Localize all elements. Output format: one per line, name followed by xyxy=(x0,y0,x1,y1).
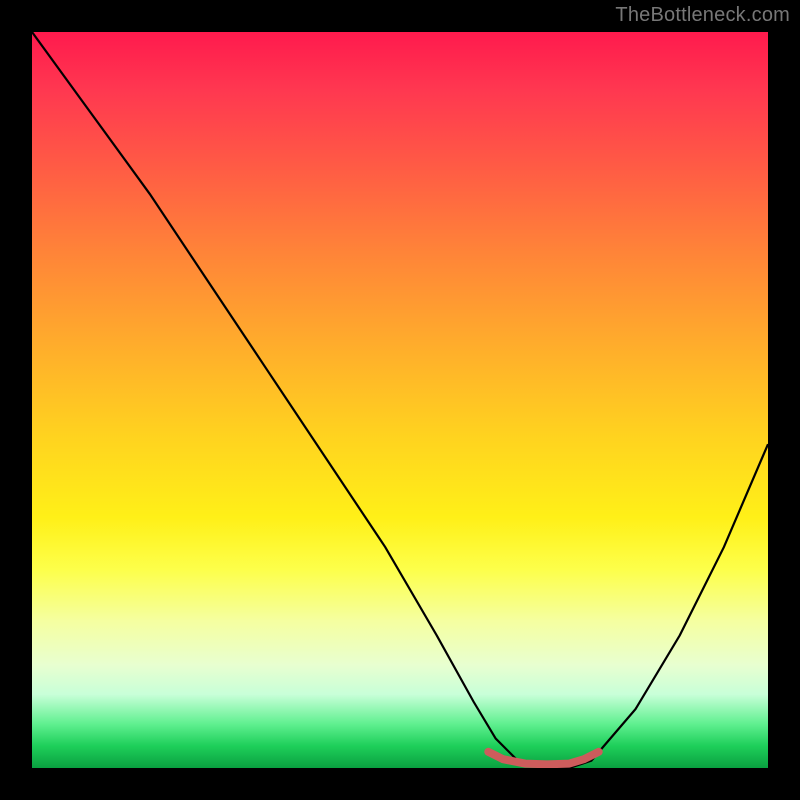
optimal-range-marker-path xyxy=(488,752,598,765)
watermark-text: TheBottleneck.com xyxy=(615,4,790,27)
plot-area xyxy=(32,32,768,768)
chart-svg xyxy=(32,32,768,768)
chart-frame: TheBottleneck.com xyxy=(0,0,800,800)
bottleneck-curve-path xyxy=(32,32,768,768)
